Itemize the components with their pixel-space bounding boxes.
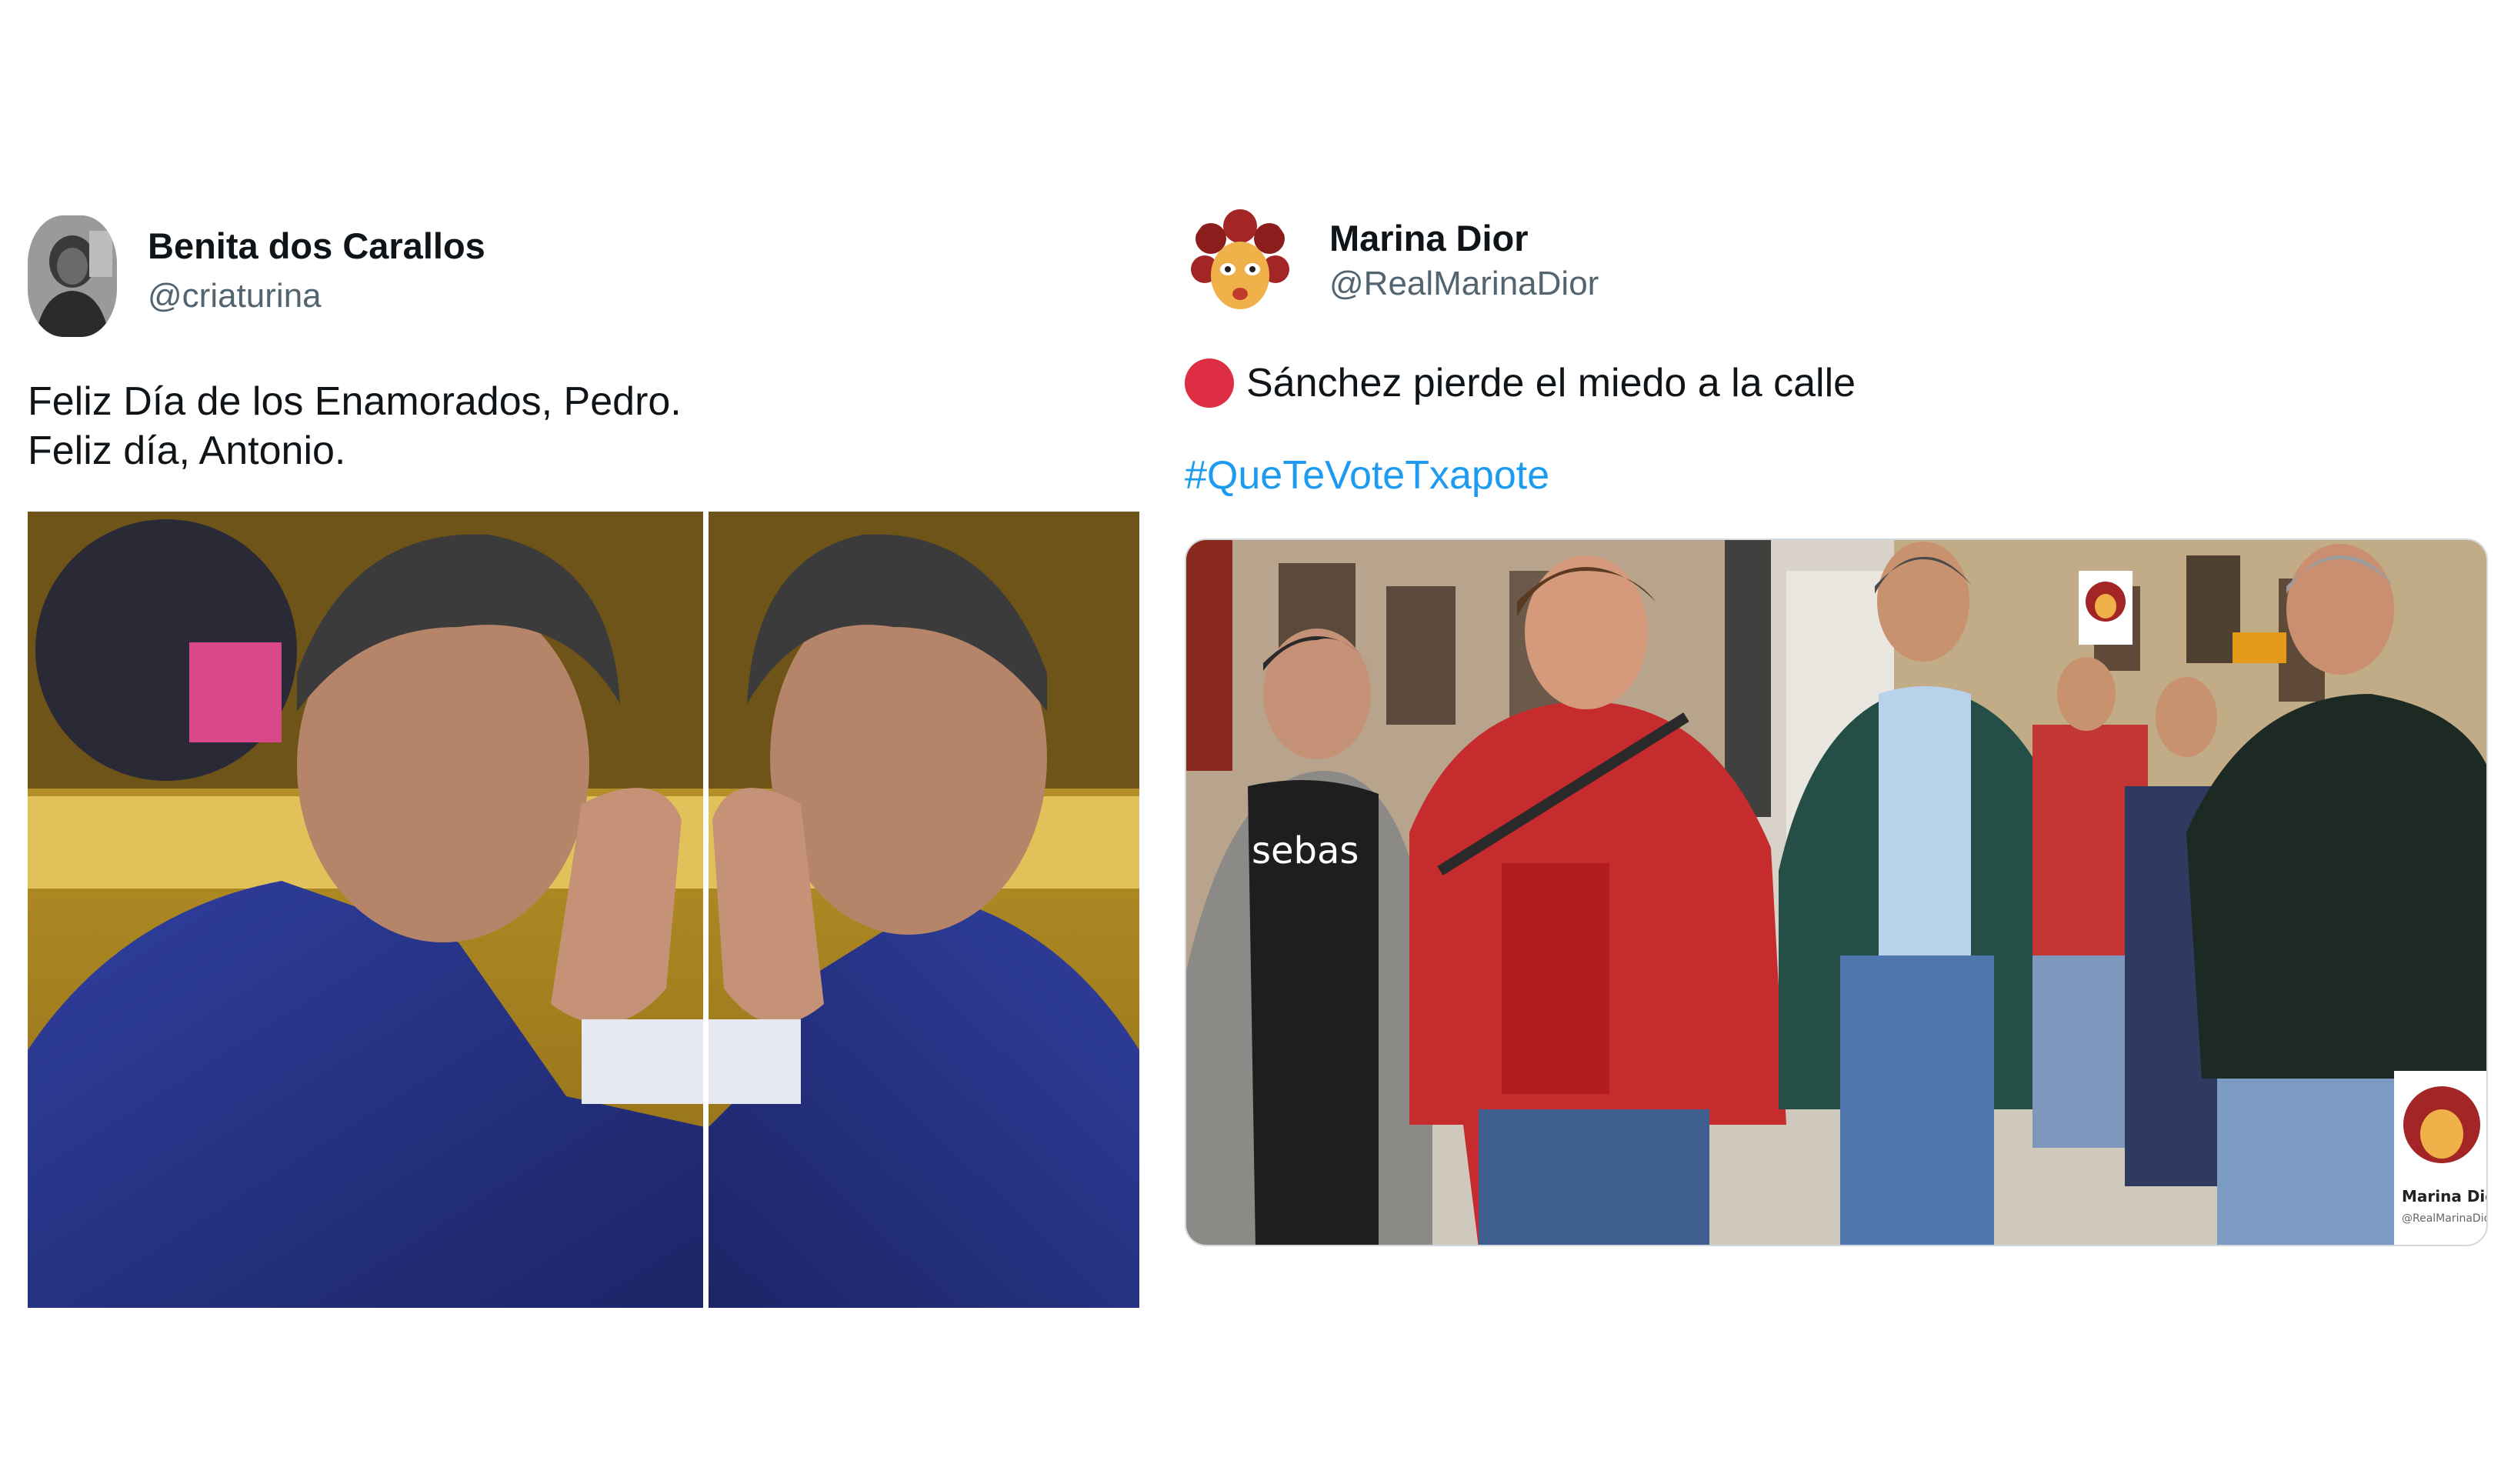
- user-handle[interactable]: @RealMarinaDior: [1329, 265, 1599, 303]
- tweet-header: Marina Dior @RealMarinaDior: [1185, 208, 2488, 338]
- avatar[interactable]: [1188, 208, 1292, 323]
- tweet-header: Benita dos Carallos @criaturina: [28, 215, 1139, 346]
- tweet-text-line: Sánchez pierde el miedo a la calle: [1185, 358, 1856, 408]
- red-circle-icon: [1185, 358, 1234, 408]
- hashtag-link[interactable]: #QueTeVoteTxapote: [1185, 452, 1549, 499]
- tweet-benita[interactable]: Benita dos Carallos @criaturina Feliz Dí…: [28, 215, 1139, 1308]
- watermark-name: Marina Dior: [2402, 1187, 2488, 1206]
- tweet-marina[interactable]: Marina Dior @RealMarinaDior Sánchez pier…: [1185, 208, 2488, 1246]
- avatar[interactable]: [28, 215, 117, 337]
- tweet-text-line: Feliz Día de los Enamorados, Pedro.: [28, 379, 682, 424]
- tweet-photo[interactable]: sebas Marina Di @RealMarinaDior: [1185, 539, 2488, 1246]
- shirt-text: sebas: [1252, 829, 1359, 872]
- tweet-text-line: Feliz día, Antonio.: [28, 429, 346, 473]
- display-name[interactable]: Marina Dior: [1329, 217, 1529, 259]
- tweet-photo[interactable]: [28, 512, 1139, 1308]
- user-handle[interactable]: @criaturina: [148, 277, 322, 315]
- display-name[interactable]: Benita dos Carallos: [148, 225, 485, 267]
- status-text: Sánchez pierde el miedo a la calle: [1246, 361, 1856, 405]
- watermark-handle: @RealMarinaDior: [2402, 1212, 2488, 1225]
